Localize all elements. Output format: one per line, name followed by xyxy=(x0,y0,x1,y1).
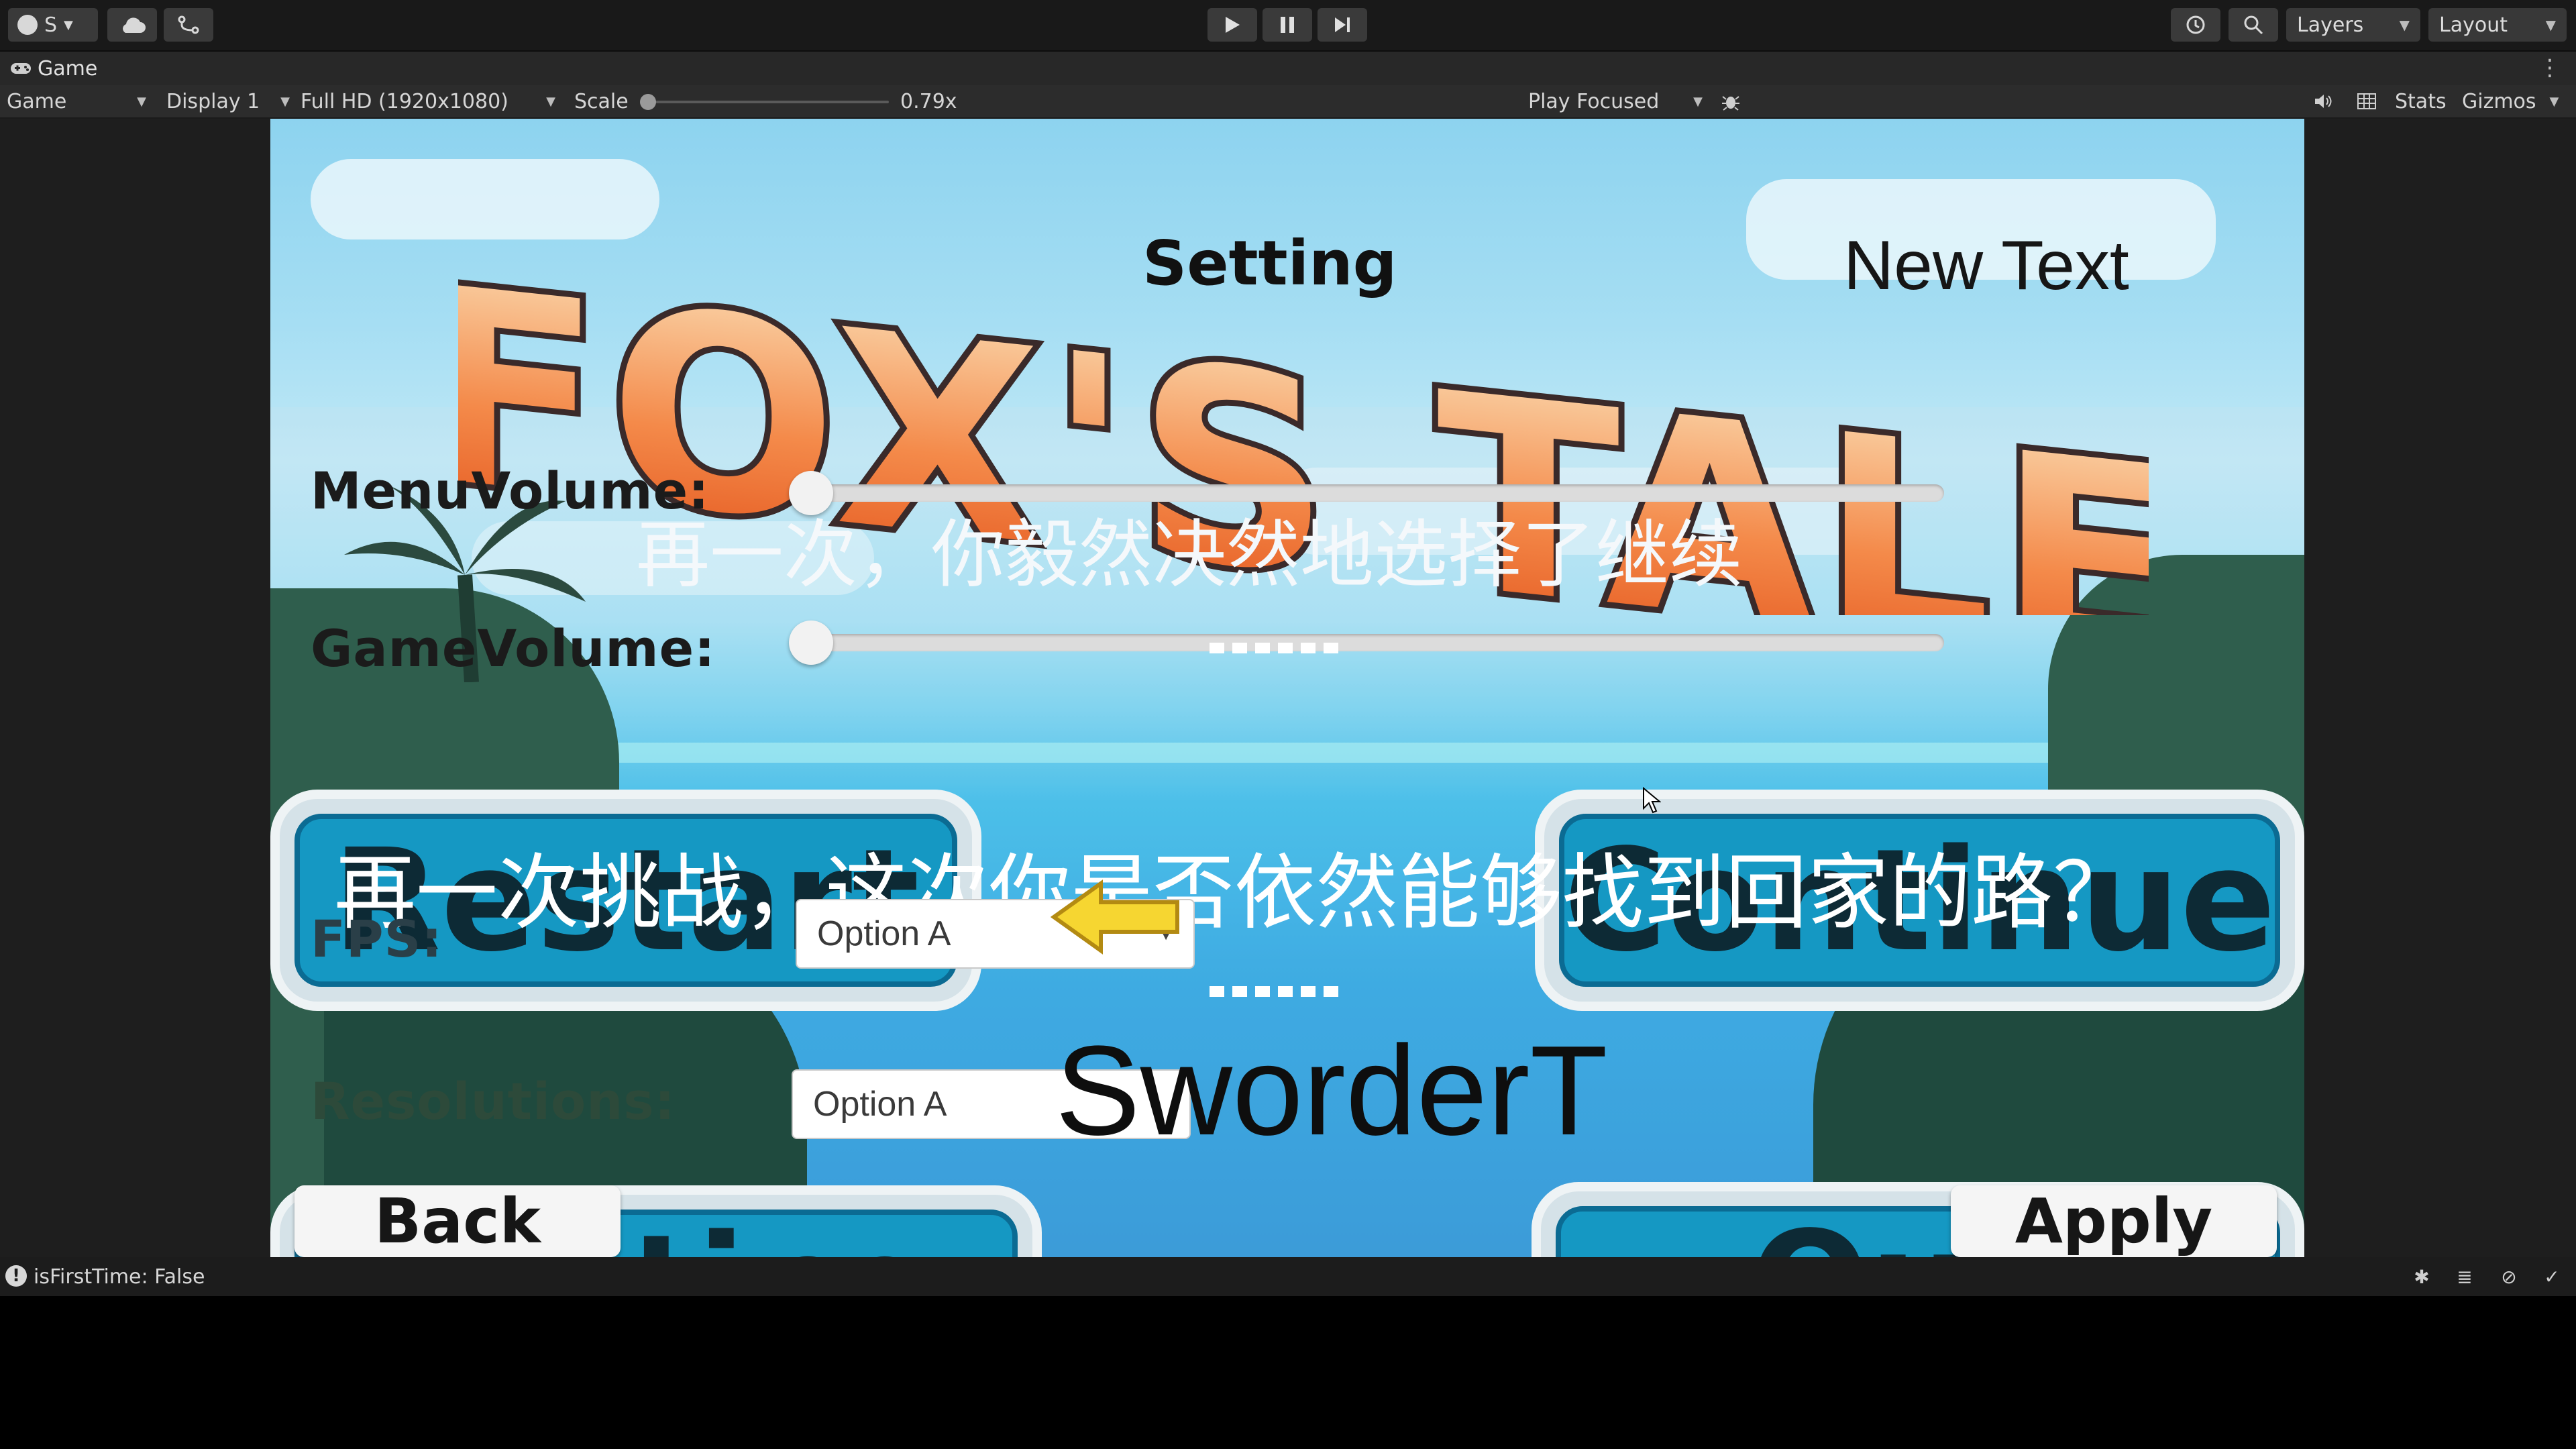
account-icon xyxy=(17,15,38,35)
search-button[interactable] xyxy=(2229,8,2278,42)
branch-icon xyxy=(178,15,199,34)
pause-button[interactable] xyxy=(1263,8,1312,42)
layout-label: Layout xyxy=(2439,13,2508,37)
check-circle-icon[interactable]: ✓ xyxy=(2541,1267,2563,1288)
play-mode-label: Play Focused xyxy=(1528,89,1660,113)
scale-value: 0.79x xyxy=(900,89,957,113)
debug-off-icon[interactable]: ✱ xyxy=(2411,1267,2432,1288)
sworder-text: SworderT xyxy=(1055,1020,1608,1162)
game-viewport[interactable]: FOX'S TALE Setting New Text MenuVolume: … xyxy=(270,119,2304,1257)
bug-icon xyxy=(1722,96,1739,111)
tab-game-label: Game xyxy=(38,56,98,80)
scale-slider-handle[interactable] xyxy=(640,94,656,110)
chevron-down-icon: ▼ xyxy=(546,94,555,109)
play-button[interactable] xyxy=(1208,8,1257,42)
layers-dropdown[interactable]: Layers ▼ xyxy=(2286,8,2420,42)
game-volume-slider-handle[interactable] xyxy=(789,621,833,665)
story-line-2: 再一次挑战，这次你是否依然能够找到回家的路？ xyxy=(334,845,2135,941)
resolution-dropdown[interactable]: Full HD (1920x1080) ▼ xyxy=(301,85,555,117)
network-off-icon[interactable]: ⊘ xyxy=(2498,1267,2520,1288)
mute-audio-button[interactable] xyxy=(2310,85,2337,117)
back-arrow-icon xyxy=(1050,879,1179,955)
undo-history-button[interactable] xyxy=(2171,8,2220,42)
tab-game[interactable]: Game xyxy=(9,52,97,85)
speaker-icon xyxy=(2315,95,2332,108)
search-icon xyxy=(2244,15,2263,35)
layers-stack-icon[interactable]: ≣ xyxy=(2454,1267,2475,1288)
chevron-down-icon: ▼ xyxy=(137,94,146,109)
console-message[interactable]: isFirstTime: False xyxy=(34,1265,205,1289)
mouse-cursor-icon xyxy=(1643,787,1661,814)
game-control-bar: Game ▼ Display 1 ▼ Full HD (1920x1080) ▼… xyxy=(0,85,2576,119)
resolution-dropdown-value: Option A xyxy=(813,1085,947,1124)
apply-button[interactable]: Apply xyxy=(1951,1185,2277,1257)
scale-label: Scale xyxy=(574,89,629,113)
grid-icon xyxy=(2357,93,2376,109)
chevron-down-icon: ▼ xyxy=(2549,94,2559,109)
game-tab-bar: Game ⋮ xyxy=(0,52,2576,85)
fps-dropdown-value: Option A xyxy=(817,914,951,953)
gizmos-label: Gizmos xyxy=(2462,89,2536,113)
resolution-label: Full HD (1920x1080) xyxy=(301,89,508,113)
chevron-down-icon: ▼ xyxy=(2399,17,2410,33)
chevron-down-icon: ▼ xyxy=(2545,17,2556,33)
step-icon xyxy=(1335,17,1350,32)
setting-title: Setting xyxy=(1142,227,1397,299)
view-mode-dropdown[interactable]: Game ▼ xyxy=(7,85,146,117)
chevron-down-icon: ▼ xyxy=(1693,94,1703,109)
play-mode-dropdown[interactable]: Play Focused ▼ xyxy=(1528,85,1703,117)
stats-button[interactable]: Stats xyxy=(2395,85,2447,117)
play-icon xyxy=(1226,17,1240,33)
editor-toolbar: S ▼ Layers ▼ Layout ▼ xyxy=(0,0,2576,52)
resolutions-label: Resolutions: xyxy=(311,1071,676,1131)
story-line-1: 再一次，你毅然决然地选择了继续 xyxy=(636,512,1743,598)
history-icon xyxy=(2186,15,2205,34)
new-text-label: New Text xyxy=(1843,227,2129,305)
chevron-down-icon: ▼ xyxy=(280,94,290,109)
gizmos-dropdown[interactable]: Gizmos ▼ xyxy=(2462,85,2569,117)
fps-label: FPS: xyxy=(311,909,443,969)
status-bar: ! isFirstTime: False ✱ ≣ ⊘ ✓ xyxy=(0,1257,2576,1296)
display-label: Display 1 xyxy=(166,89,260,113)
view-mode-label: Game xyxy=(7,89,67,113)
account-label: S xyxy=(44,13,58,37)
game-volume-slider-track[interactable] xyxy=(804,634,1944,651)
grid-button[interactable] xyxy=(2353,85,2380,117)
layers-label: Layers xyxy=(2297,13,2364,37)
cloud-button[interactable] xyxy=(107,8,157,42)
back-button[interactable]: Back xyxy=(294,1185,621,1257)
scale-slider-track[interactable] xyxy=(647,101,889,103)
layout-dropdown[interactable]: Layout ▼ xyxy=(2428,8,2567,42)
gamepad-icon xyxy=(11,63,31,74)
loading-dots xyxy=(1210,643,1338,653)
loading-dots xyxy=(1210,986,1338,997)
game-volume-label: GameVolume: xyxy=(311,619,716,678)
info-icon: ! xyxy=(5,1265,27,1287)
bug-button[interactable] xyxy=(1717,85,1744,117)
more-options-icon[interactable]: ⋮ xyxy=(2538,54,2561,81)
pause-icon xyxy=(1281,17,1294,33)
cloud-icon xyxy=(123,17,146,33)
collab-button[interactable] xyxy=(164,8,213,42)
display-dropdown[interactable]: Display 1 ▼ xyxy=(166,85,290,117)
step-button[interactable] xyxy=(1318,8,1367,42)
cloud-decoration xyxy=(311,159,659,239)
chevron-down-icon: ▼ xyxy=(64,17,73,32)
account-dropdown[interactable]: S ▼ xyxy=(8,8,98,42)
